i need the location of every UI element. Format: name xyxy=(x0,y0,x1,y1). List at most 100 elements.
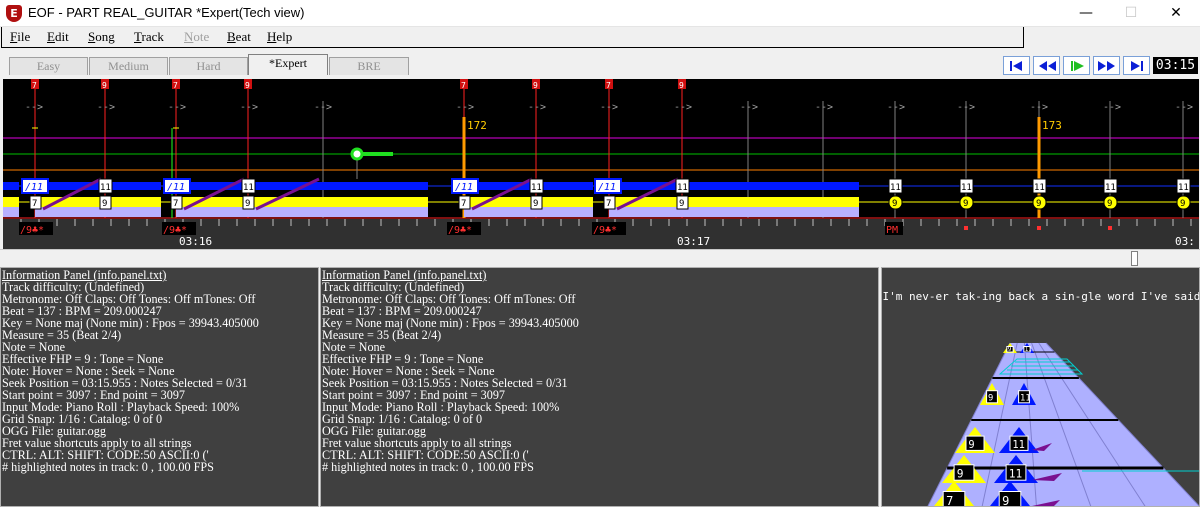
tab-expert[interactable]: *Expert xyxy=(248,54,328,75)
fret-label: 11 xyxy=(1105,183,1116,193)
menu-label: eat xyxy=(235,29,251,44)
beat-arrow: --> xyxy=(1103,102,1121,113)
palm-mute-label: PM xyxy=(886,225,898,236)
menu-label: ote xyxy=(193,29,210,44)
sustain-yellow[interactable] xyxy=(609,197,859,207)
chord-label: /11 xyxy=(167,182,185,193)
beat-arrow: --> xyxy=(97,102,115,113)
gem-label: 11 xyxy=(1020,394,1031,404)
chord-label: /11 xyxy=(455,182,473,193)
fret-label: 11 xyxy=(1178,183,1189,193)
note-highway[interactable]: --> --> --> --> --> --> --> --> --> --> --> --> --> -… xyxy=(3,79,1199,249)
close-button[interactable]: ✕ xyxy=(1153,0,1199,27)
sustain-blue[interactable] xyxy=(609,182,859,190)
menu-accel: N xyxy=(184,29,194,44)
gem-label: 11 xyxy=(1012,439,1025,451)
menu-item-6[interactable]: Help xyxy=(267,29,292,45)
beat-arrow: --> xyxy=(1175,102,1193,113)
menu-item-0[interactable]: File xyxy=(10,29,30,45)
menu-item-4[interactable]: Note xyxy=(184,29,209,45)
tab-hard[interactable]: Hard xyxy=(169,57,248,75)
sustain-purple[interactable] xyxy=(3,207,19,217)
fret-label: 11 xyxy=(531,183,542,193)
event-dot xyxy=(1037,226,1041,230)
horizontal-scrollbar[interactable] xyxy=(0,249,1200,266)
fret-label: 9 xyxy=(963,199,968,209)
menu-item-1[interactable]: Edit xyxy=(47,29,69,45)
tab-medium[interactable]: Medium xyxy=(89,57,168,75)
fret-label: 9 xyxy=(245,199,250,209)
sustain-blue[interactable] xyxy=(3,182,19,190)
fret-label: 9 xyxy=(679,199,684,209)
sustain-purple[interactable] xyxy=(35,207,161,217)
skip-forward-icon xyxy=(1131,61,1143,71)
gem-label: 9 xyxy=(1002,494,1009,507)
scroll-thumb[interactable] xyxy=(1131,251,1138,266)
fret-label: 9 xyxy=(1036,199,1041,209)
beat-arrow: --> xyxy=(957,102,975,113)
3d-fretboard: 9 11 9 11 9 11 9 11 7 9 xyxy=(927,342,1199,507)
info-panel-left: Information Panel (info.panel.txt) Track … xyxy=(0,267,319,507)
fast-forward-button[interactable] xyxy=(1093,56,1120,75)
title-bar: E EOF - PART REAL_GUITAR *Expert(Tech vi… xyxy=(0,0,1200,27)
seek-end-button[interactable] xyxy=(1123,56,1150,75)
maximize-button[interactable]: ☐ xyxy=(1108,0,1154,27)
menu-accel: H xyxy=(267,29,277,44)
fret-label: 9 xyxy=(892,199,897,209)
menu-label: elp xyxy=(276,29,293,44)
beat-arrow: --> xyxy=(456,102,474,113)
difficulty-tabs: Easy Medium Hard *Expert BRE xyxy=(0,49,1000,77)
sustain-blue[interactable] xyxy=(464,182,593,190)
gem-label: 11 xyxy=(1009,467,1022,480)
menu-item-3[interactable]: Track xyxy=(134,29,164,45)
fast-forward-icon xyxy=(1098,61,1115,71)
sustain-purple[interactable] xyxy=(176,207,428,217)
beat-arrow: --> xyxy=(168,102,186,113)
lyric-line: I'm nev-er tak-ing back a sin-gle word I… xyxy=(882,290,1200,303)
beat-arrow: --> xyxy=(887,102,905,113)
sustain-blue[interactable] xyxy=(35,182,161,190)
rewind-button[interactable] xyxy=(1033,56,1060,75)
beat-arrow: --> xyxy=(815,102,833,113)
window-title: EOF - PART REAL_GUITAR *Expert(Tech view… xyxy=(28,5,305,20)
beat-arrow: --> xyxy=(740,102,758,113)
fret-label: 11 xyxy=(243,183,254,193)
fret-label: 7 xyxy=(461,199,466,209)
top-marker-label: 9 xyxy=(245,81,250,90)
app-logo-icon: E xyxy=(6,5,22,22)
beat-arrow: --> xyxy=(528,102,546,113)
minimize-button[interactable]: — xyxy=(1063,0,1109,27)
info-line: # highlighted notes in track: 0 , 100.00… xyxy=(2,460,214,474)
gem-label: 9 xyxy=(988,394,993,404)
beat-arrow: --> xyxy=(240,102,258,113)
tab-easy[interactable]: Easy xyxy=(9,57,88,75)
menu-accel: E xyxy=(47,29,55,44)
fret-label: 9 xyxy=(1180,199,1185,209)
sustain-yellow[interactable] xyxy=(3,197,19,207)
fret-label: 11 xyxy=(890,183,901,193)
fret-label: 9 xyxy=(533,199,538,209)
seek-start-button[interactable] xyxy=(1003,56,1030,75)
gem-label: 9 xyxy=(1008,346,1012,353)
menu-item-5[interactable]: Beat xyxy=(227,29,251,45)
menu-label: dit xyxy=(54,29,69,44)
hover-note[interactable] xyxy=(350,147,364,161)
play-button[interactable] xyxy=(1063,56,1090,75)
gem-label: 9 xyxy=(968,439,974,451)
top-marker-label: 9 xyxy=(102,81,107,90)
beat-arrow: --> xyxy=(600,102,618,113)
fret-label: 7 xyxy=(32,199,37,209)
piano-roll[interactable]: --> --> --> --> --> --> --> --> --> --> --> --> --> -… xyxy=(3,79,1199,249)
top-marker-label: 7 xyxy=(173,81,178,90)
sustain-purple[interactable] xyxy=(464,207,593,217)
tab-bre[interactable]: BRE xyxy=(329,57,409,75)
sustain-purple[interactable] xyxy=(609,207,859,217)
sustain-yellow[interactable] xyxy=(176,197,428,207)
top-marker-label: 9 xyxy=(533,81,538,90)
top-marker-label: 9 xyxy=(679,81,684,90)
menu-item-2[interactable]: Song xyxy=(88,29,115,45)
menu-label: rack xyxy=(141,29,164,44)
fret-label: 11 xyxy=(677,183,688,193)
beat-arrow: --> xyxy=(25,102,43,113)
chord-name: /9♣* xyxy=(20,225,44,236)
